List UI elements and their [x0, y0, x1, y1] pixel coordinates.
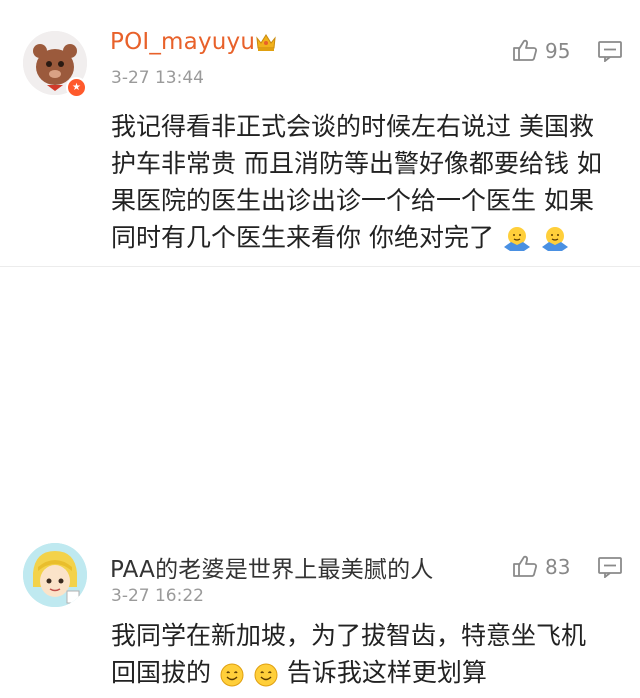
comment-line: 我记得看非正式会谈的时候左右说过 美国救	[111, 112, 594, 141]
thumbs-up-icon[interactable]	[512, 38, 538, 62]
comment-icon[interactable]	[597, 556, 623, 579]
comment-line: 果医院的医生出诊出诊一个给一个医生 如果	[111, 186, 594, 215]
comment-line: 护车非常贵 而且消防等出警好像都要给钱 如	[111, 149, 602, 178]
username[interactable]: POI_mayuyu	[110, 29, 255, 55]
comment-body: 我记得看非正式会谈的时候左右说过 美国救 护车非常贵 而且消防等出警好像都要给钱…	[111, 108, 611, 263]
timestamp: 3-27 16:22	[111, 586, 204, 606]
comment-body: 我同学在新加坡，为了拔智齿，特意坐飞机 回国拔的 告诉我这样更划算	[111, 617, 611, 698]
comment-item: PAA的老婆是世界上最美腻的人 3-27 16:22 83 我同学在新加坡，为了…	[0, 266, 640, 687]
comment-line: 我同学在新加坡，为了拔智齿，特意坐飞机	[111, 621, 587, 650]
comment-icon[interactable]	[597, 40, 623, 63]
like-count: 95	[545, 39, 571, 63]
giving-up-emoji-icon	[502, 225, 532, 263]
avatar[interactable]	[23, 543, 87, 607]
comment-line: 同时有几个医生来看你 你绝对完了	[111, 223, 494, 252]
comment-line: 回国拔的	[111, 658, 212, 687]
username[interactable]: PAA的老婆是世界上最美腻的人	[110, 550, 434, 584]
comment-item: ★ POI_mayuyu 3-27 13:44 95 我记得看非正式会谈的时候左…	[0, 0, 640, 266]
thumbs-up-icon[interactable]	[512, 554, 538, 578]
verified-badge-icon: ★	[66, 77, 87, 98]
comment-line: 告诉我这样更划算	[286, 658, 487, 687]
smile-emoji-icon	[253, 661, 279, 698]
giving-up-emoji-icon	[540, 225, 570, 263]
timestamp: 3-27 13:44	[111, 68, 204, 88]
crown-icon	[255, 32, 277, 52]
like-count: 83	[545, 555, 571, 579]
smile-emoji-icon	[219, 661, 245, 698]
